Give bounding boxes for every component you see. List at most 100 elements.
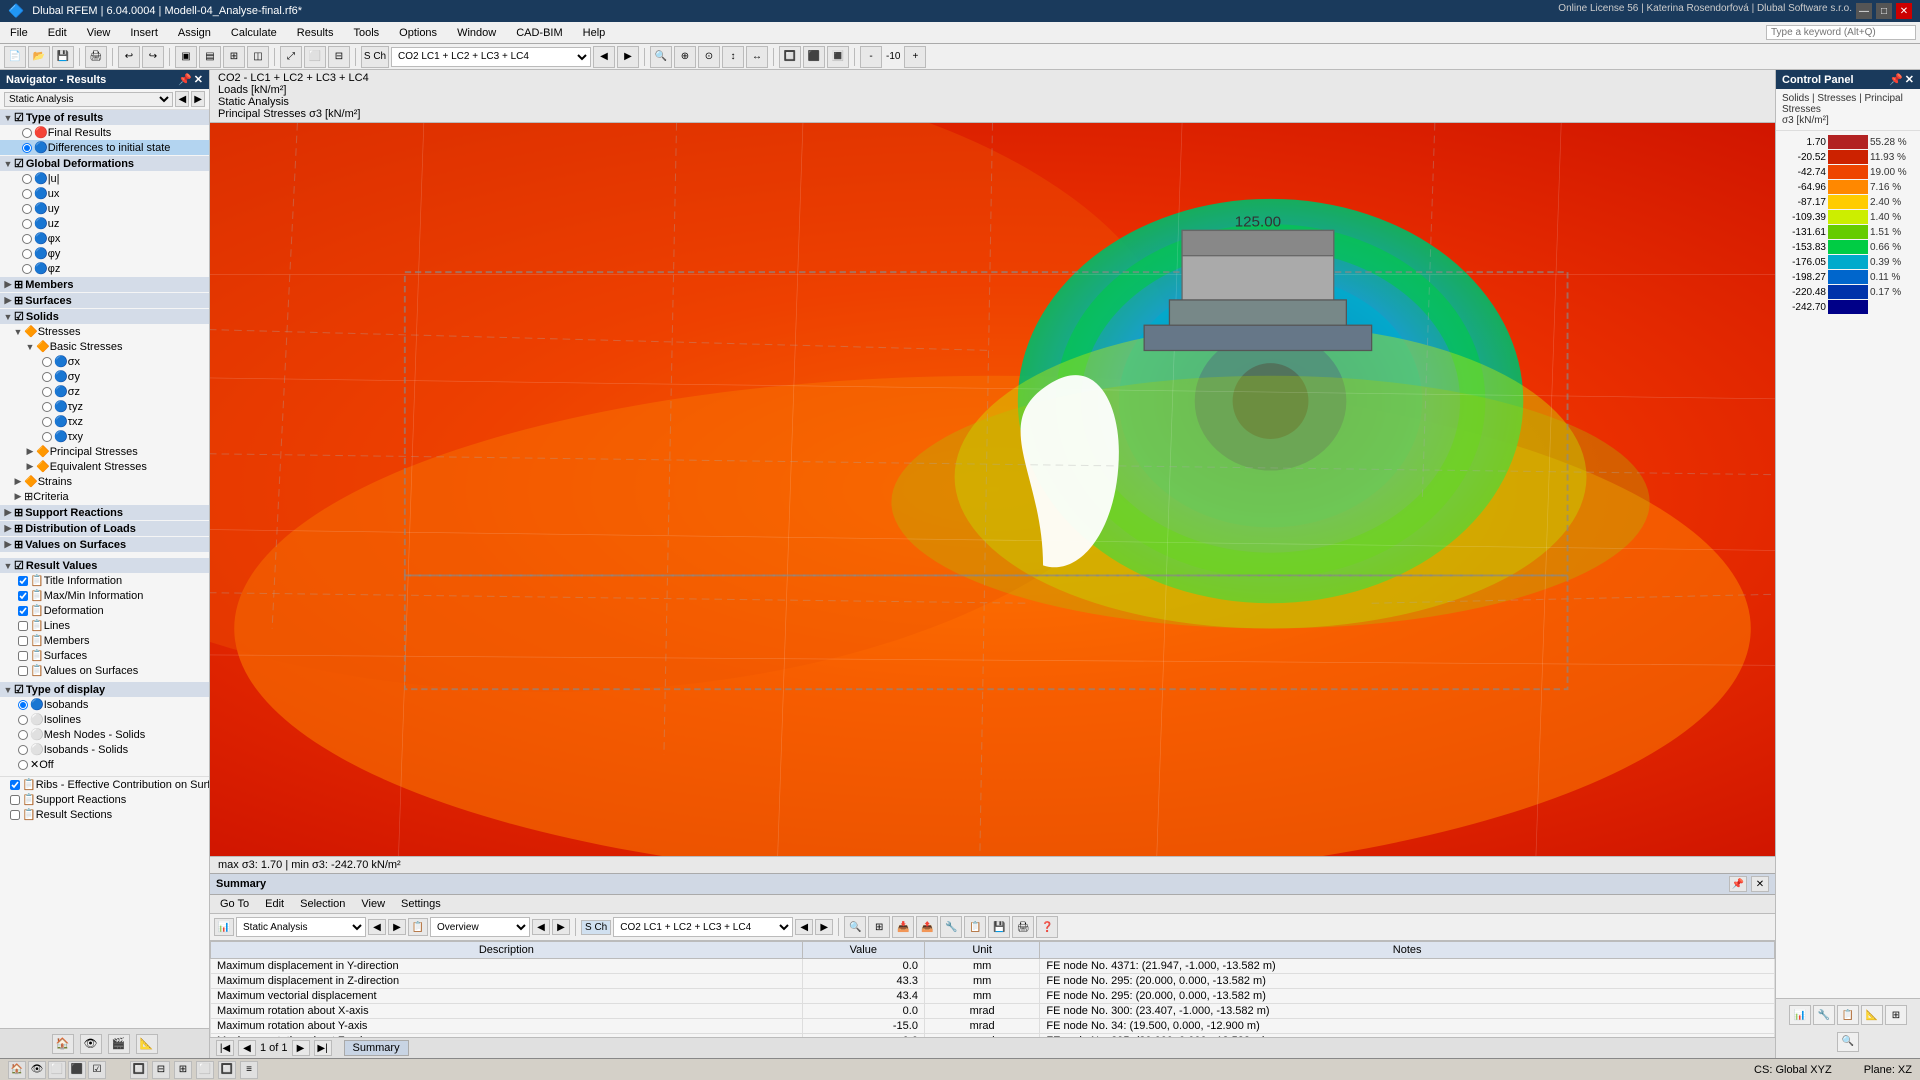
redo-button[interactable]: ↪ (142, 46, 164, 68)
nav-next-button[interactable]: ▶ (191, 91, 205, 107)
radio-uz[interactable] (22, 219, 32, 229)
cp-btn-3[interactable]: 📋 (1837, 1005, 1859, 1025)
summary-menu-selection[interactable]: Selection (294, 897, 351, 911)
tree-item-criteria[interactable]: ▶ ⊞ Criteria (0, 489, 209, 504)
summary-menu-settings[interactable]: Settings (395, 897, 447, 911)
cb-surfaces-rv[interactable] (18, 651, 28, 661)
section-values-surfaces[interactable]: ▶ ⊞ Values on Surfaces (0, 537, 209, 552)
new-button[interactable]: 📄 (4, 46, 26, 68)
cb-lines[interactable] (18, 621, 28, 631)
section-solids[interactable]: ▼ ☑ Solids (0, 309, 209, 324)
radio-uy[interactable] (22, 204, 32, 214)
nav-bottom-btn2[interactable]: 👁 (80, 1034, 102, 1054)
tb-btn-7[interactable]: ⊟ (328, 46, 350, 68)
close-button[interactable]: ✕ (1896, 3, 1912, 19)
checkbox-display[interactable]: ☑ (14, 683, 24, 696)
summary-tb-1[interactable]: 🔍 (844, 916, 866, 938)
summary-tb-6[interactable]: 📋 (964, 916, 986, 938)
status-icon-7[interactable]: ⊟ (152, 1061, 170, 1079)
tree-item-members-rv[interactable]: 📋 Members (0, 633, 209, 648)
summary-menu-goto[interactable]: Go To (214, 897, 255, 911)
table-row[interactable]: Maximum rotation about Y-axis-15.0mradFE… (211, 1019, 1775, 1034)
radio-tau-xy[interactable] (42, 432, 52, 442)
menu-item-window[interactable]: Window (447, 25, 506, 41)
cb-title-info[interactable] (18, 576, 28, 586)
tree-item-isobands[interactable]: 🔵 Isobands (0, 697, 209, 712)
tree-item-uy[interactable]: 🔵 uy (0, 201, 209, 216)
section-members[interactable]: ▶ ⊞ Members (0, 277, 209, 292)
nav-prev-button[interactable]: ◀ (175, 91, 189, 107)
checkbox-result-values[interactable]: ☑ (14, 559, 24, 572)
summary-tb-9[interactable]: ❓ (1036, 916, 1058, 938)
status-icon-4[interactable]: ⬛ (68, 1061, 86, 1079)
checkbox-global-def[interactable]: ☑ (14, 157, 24, 170)
summary-analysis-combo[interactable]: Static Analysis (236, 917, 366, 937)
viewport-canvas[interactable]: 125.00 (210, 123, 1775, 856)
cb-ribs[interactable] (10, 780, 20, 790)
tree-item-uz[interactable]: 🔵 uz (0, 216, 209, 231)
section-distribution-loads[interactable]: ▶ ⊞ Distribution of Loads (0, 521, 209, 536)
tb-btn-6[interactable]: ⬜ (304, 46, 326, 68)
summary-overview-combo[interactable]: Overview (430, 917, 530, 937)
radio-mesh-nodes-solids[interactable] (18, 730, 28, 740)
summary-prev-button[interactable]: ◀ (368, 919, 386, 935)
tree-item-tau-yz[interactable]: 🔵 τyz (0, 399, 209, 414)
tree-item-sigma-z[interactable]: 🔵 σz (0, 384, 209, 399)
summary-next2-button[interactable]: ▶ (552, 919, 570, 935)
section-result-values[interactable]: ▼ ☑ Result Values (0, 558, 209, 573)
summary-icon-btn[interactable]: 📊 (214, 918, 234, 936)
summary-tb-7[interactable]: 💾 (988, 916, 1010, 938)
tb-btn-3[interactable]: ⊞ (223, 46, 245, 68)
status-icon-11[interactable]: ≡ (240, 1061, 258, 1079)
summary-prev2-button[interactable]: ◀ (532, 919, 550, 935)
cb-deformation[interactable] (18, 606, 28, 616)
status-icon-10[interactable]: 🔲 (218, 1061, 236, 1079)
summary-lc-next[interactable]: ▶ (815, 919, 833, 935)
cp-btn-1[interactable]: 📊 (1789, 1005, 1811, 1025)
print-button[interactable]: 🖨 (85, 46, 107, 68)
radio-tau-xz[interactable] (42, 417, 52, 427)
table-row[interactable]: Maximum rotation about X-axis0.0mradFE n… (211, 1004, 1775, 1019)
radio-phix[interactable] (22, 234, 32, 244)
summary-lc-prev[interactable]: ◀ (795, 919, 813, 935)
maximize-button[interactable]: □ (1876, 3, 1892, 19)
tree-item-principal-stresses[interactable]: ▶ 🔶 Principal Stresses (0, 444, 209, 459)
status-icon-5[interactable]: ☑ (88, 1061, 106, 1079)
radio-ux[interactable] (22, 189, 32, 199)
tree-item-sigma-y[interactable]: 🔵 σy (0, 369, 209, 384)
tree-item-title-info[interactable]: 📋 Title Information (0, 573, 209, 588)
undo-button[interactable]: ↩ (118, 46, 140, 68)
footer-last-button[interactable]: ▶| (314, 1040, 332, 1056)
tb-render-3[interactable]: 🔳 (827, 46, 849, 68)
tree-item-deformation[interactable]: 📋 Deformation (0, 603, 209, 618)
tb-render-2[interactable]: ⬛ (803, 46, 825, 68)
status-icon-1[interactable]: 🏠 (8, 1061, 26, 1079)
menu-item-options[interactable]: Options (389, 25, 447, 41)
tree-item-off[interactable]: ✕ Off (0, 757, 209, 772)
cp-btn-6[interactable]: 🔍 (1837, 1032, 1859, 1052)
tree-item-mesh-nodes-solids[interactable]: ⚪ Mesh Nodes - Solids (0, 727, 209, 742)
tb-view-2[interactable]: ⊕ (674, 46, 696, 68)
tree-item-sigma-x[interactable]: 🔵 σx (0, 354, 209, 369)
tb-results-1[interactable]: S Ch (361, 46, 389, 68)
menu-item-view[interactable]: View (77, 25, 121, 41)
summary-tb-2[interactable]: ⊞ (868, 916, 890, 938)
section-support-reactions[interactable]: ▶ ⊞ Support Reactions (0, 505, 209, 520)
footer-prev-button[interactable]: ◀ (238, 1040, 256, 1056)
cb-support-reactions[interactable] (10, 795, 20, 805)
radio-isobands-solids[interactable] (18, 745, 28, 755)
tb-btn-1[interactable]: ▣ (175, 46, 197, 68)
checkbox-solids[interactable]: ☑ (14, 310, 24, 323)
summary-lc-combo[interactable]: CO2 LC1 + LC2 + LC3 + LC4 (613, 917, 793, 937)
tree-item-differences[interactable]: 🔵 Differences to initial state (0, 140, 209, 155)
cp-pin-icon[interactable]: 📌 (1889, 73, 1903, 86)
tb-view-1[interactable]: 🔍 (650, 46, 672, 68)
menu-item-insert[interactable]: Insert (120, 25, 168, 41)
cb-members-rv[interactable] (18, 636, 28, 646)
tree-item-surfaces-rv[interactable]: 📋 Surfaces (0, 648, 209, 663)
radio-sigma-y[interactable] (42, 372, 52, 382)
summary-icon-btn2[interactable]: 📋 (408, 918, 428, 936)
tree-item-values-on-surf[interactable]: 📋 Values on Surfaces (0, 663, 209, 678)
radio-final-results[interactable] (22, 128, 32, 138)
tb-view-5[interactable]: ↔ (746, 46, 768, 68)
